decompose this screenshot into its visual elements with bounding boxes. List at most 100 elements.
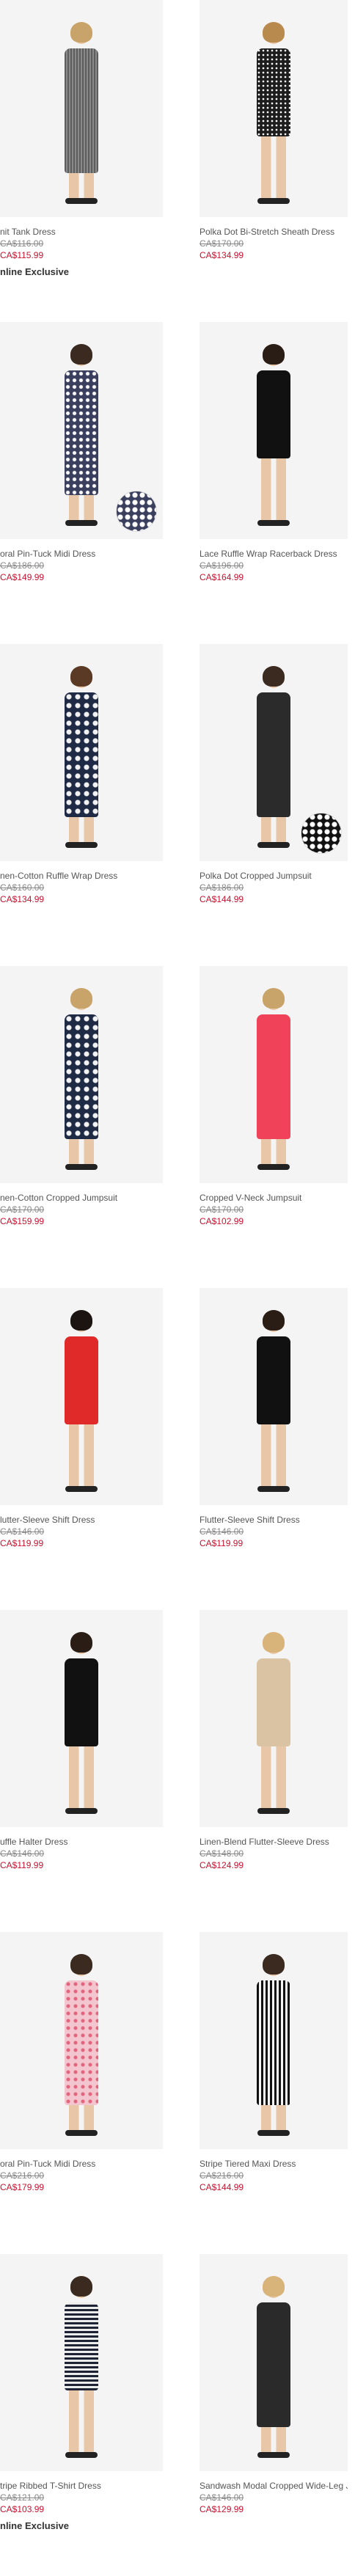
sale-price: CA$103.99 xyxy=(0,2504,45,2514)
fabric-swatch xyxy=(116,491,157,532)
product-image[interactable] xyxy=(0,2254,163,2471)
product-name[interactable]: nen-Cotton Ruffle Wrap Dress xyxy=(0,870,163,882)
product-image[interactable] xyxy=(200,1932,348,2149)
product-info: nit Tank Dress CA$116.00 CA$115.99 nline Ex… xyxy=(0,217,163,279)
product-card[interactable]: nen-Cotton Cropped Jumpsuit CA$170.00 CA$1… xyxy=(0,966,163,1288)
fabric-swatch xyxy=(301,813,342,854)
product-info: lutter-Sleeve Shift Dress CA$146.00 CA$119… xyxy=(0,1505,163,1549)
product-image[interactable] xyxy=(0,0,163,217)
model-figure xyxy=(248,666,299,848)
product-name[interactable]: Polka Dot Cropped Jumpsuit xyxy=(200,870,348,882)
product-info: nen-Cotton Ruffle Wrap Dress CA$160.00 CA$… xyxy=(0,861,163,905)
product-name[interactable]: Lace Ruffle Wrap Racerback Dress xyxy=(200,548,348,560)
original-price: CA$186.00 xyxy=(0,560,45,571)
model-figure xyxy=(248,22,299,204)
product-name[interactable]: tripe Ribbed T-Shirt Dress xyxy=(0,2480,163,2492)
product-info: Polka Dot Bi-Stretch Sheath Dress CA$170.… xyxy=(185,217,348,261)
product-card[interactable]: oral Pin-Tuck Midi Dress CA$216.00 CA$179.… xyxy=(0,1932,163,2254)
product-card[interactable]: nen-Cotton Ruffle Wrap Dress CA$160.00 CA$… xyxy=(0,644,163,966)
original-price: CA$170.00 xyxy=(0,1204,45,1215)
product-name[interactable]: nit Tank Dress xyxy=(0,226,163,238)
product-image[interactable] xyxy=(0,966,163,1183)
product-info: Polka Dot Cropped Jumpsuit CA$186.00 CA$14… xyxy=(185,861,348,905)
product-card[interactable]: lutter-Sleeve Shift Dress CA$146.00 CA$119… xyxy=(0,1288,163,1610)
product-image[interactable] xyxy=(0,1932,163,2149)
product-image[interactable] xyxy=(200,966,348,1183)
product-image[interactable] xyxy=(0,644,163,861)
original-price: CA$116.00 xyxy=(0,238,44,249)
original-price: CA$170.00 xyxy=(200,238,244,249)
sale-price: CA$159.99 xyxy=(0,1216,45,1226)
product-name[interactable]: Stripe Tiered Maxi Dress xyxy=(200,2158,348,2170)
original-price: CA$216.00 xyxy=(0,2170,45,2181)
sale-price: CA$119.99 xyxy=(200,1538,244,1548)
product-image[interactable] xyxy=(0,322,163,539)
product-card[interactable]: nit Tank Dress CA$116.00 CA$115.99 nline Ex… xyxy=(0,0,163,322)
product-name[interactable]: Cropped V-Neck Jumpsuit xyxy=(200,1192,348,1204)
sale-price: CA$144.99 xyxy=(200,894,244,904)
product-name[interactable]: nen-Cotton Cropped Jumpsuit xyxy=(0,1192,163,1204)
product-name[interactable]: Polka Dot Bi-Stretch Sheath Dress xyxy=(200,226,348,238)
model-figure xyxy=(56,988,107,1170)
product-card[interactable]: Sandwash Modal Cropped Wide-Leg Jumpsuit… xyxy=(185,2254,348,2576)
product-info: tripe Ribbed T-Shirt Dress CA$121.00 CA$10… xyxy=(0,2471,163,2533)
product-info: Cropped V-Neck Jumpsuit CA$170.00 CA$102.9… xyxy=(185,1183,348,1227)
product-card[interactable]: Linen-Blend Flutter-Sleeve Dress CA$148.0… xyxy=(185,1610,348,1932)
product-image[interactable] xyxy=(200,322,348,539)
product-info: nen-Cotton Cropped Jumpsuit CA$170.00 CA$1… xyxy=(0,1183,163,1227)
original-price: CA$146.00 xyxy=(200,1526,244,1537)
product-grid: nit Tank Dress CA$116.00 CA$115.99 nline Ex… xyxy=(0,0,355,2576)
product-name[interactable]: Linen-Blend Flutter-Sleeve Dress xyxy=(200,1836,348,1848)
product-card[interactable]: uffle Halter Dress CA$146.00 CA$119.99 xyxy=(0,1610,163,1932)
product-card[interactable]: Stripe Tiered Maxi Dress CA$216.00 CA$144.… xyxy=(185,1932,348,2254)
product-info: oral Pin-Tuck Midi Dress CA$216.00 CA$179.… xyxy=(0,2149,163,2193)
sale-price: CA$164.99 xyxy=(200,572,244,582)
product-name[interactable]: Flutter-Sleeve Shift Dress xyxy=(200,1514,348,1526)
sale-price: CA$144.99 xyxy=(200,2182,244,2192)
product-name[interactable]: oral Pin-Tuck Midi Dress xyxy=(0,548,163,560)
original-price: CA$148.00 xyxy=(200,1848,244,1859)
product-card[interactable]: Polka Dot Bi-Stretch Sheath Dress CA$170.… xyxy=(185,0,348,322)
product-name[interactable]: uffle Halter Dress xyxy=(0,1836,163,1848)
model-figure xyxy=(248,344,299,526)
product-image[interactable] xyxy=(200,1288,348,1505)
exclusive-badge: nline Exclusive xyxy=(0,266,69,277)
product-card[interactable]: tripe Ribbed T-Shirt Dress CA$121.00 CA$10… xyxy=(0,2254,163,2576)
product-image[interactable] xyxy=(200,0,348,217)
model-figure xyxy=(248,1954,299,2136)
model-figure xyxy=(56,666,107,848)
original-price: CA$121.00 xyxy=(0,2492,45,2503)
product-image[interactable] xyxy=(200,2254,348,2471)
model-figure xyxy=(248,988,299,1170)
product-card[interactable]: oral Pin-Tuck Midi Dress CA$186.00 CA$149.… xyxy=(0,322,163,644)
original-price: CA$196.00 xyxy=(200,560,244,571)
sale-price: CA$119.99 xyxy=(0,1860,44,1870)
sale-price: CA$119.99 xyxy=(0,1538,44,1548)
product-card[interactable]: Polka Dot Cropped Jumpsuit CA$186.00 CA$14… xyxy=(185,644,348,966)
sale-price: CA$102.99 xyxy=(200,1216,244,1226)
product-info: uffle Halter Dress CA$146.00 CA$119.99 xyxy=(0,1827,163,1871)
original-price: CA$146.00 xyxy=(200,2492,244,2503)
sale-price: CA$134.99 xyxy=(200,250,244,260)
original-price: CA$160.00 xyxy=(0,882,45,893)
exclusive-badge: nline Exclusive xyxy=(0,2520,69,2531)
product-card[interactable]: Lace Ruffle Wrap Racerback Dress CA$196.0… xyxy=(185,322,348,644)
original-price: CA$146.00 xyxy=(0,1526,45,1537)
product-image[interactable] xyxy=(0,1610,163,1827)
product-info: Lace Ruffle Wrap Racerback Dress CA$196.0… xyxy=(185,539,348,583)
sale-price: CA$179.99 xyxy=(0,2182,45,2192)
product-card[interactable]: Flutter-Sleeve Shift Dress CA$146.00 CA$11… xyxy=(185,1288,348,1610)
product-info: Sandwash Modal Cropped Wide-Leg Jumpsuit… xyxy=(185,2471,348,2515)
sale-price: CA$124.99 xyxy=(200,1860,244,1870)
product-name[interactable]: lutter-Sleeve Shift Dress xyxy=(0,1514,163,1526)
product-card[interactable]: Cropped V-Neck Jumpsuit CA$170.00 CA$102.9… xyxy=(185,966,348,1288)
model-figure xyxy=(248,2276,299,2458)
sale-price: CA$129.99 xyxy=(200,2504,244,2514)
model-figure xyxy=(56,1954,107,2136)
product-image[interactable] xyxy=(0,1288,163,1505)
product-image[interactable] xyxy=(200,1610,348,1827)
product-name[interactable]: Sandwash Modal Cropped Wide-Leg Jumpsuit xyxy=(200,2480,348,2492)
model-figure xyxy=(56,1632,107,1814)
product-image[interactable] xyxy=(200,644,348,861)
product-name[interactable]: oral Pin-Tuck Midi Dress xyxy=(0,2158,163,2170)
